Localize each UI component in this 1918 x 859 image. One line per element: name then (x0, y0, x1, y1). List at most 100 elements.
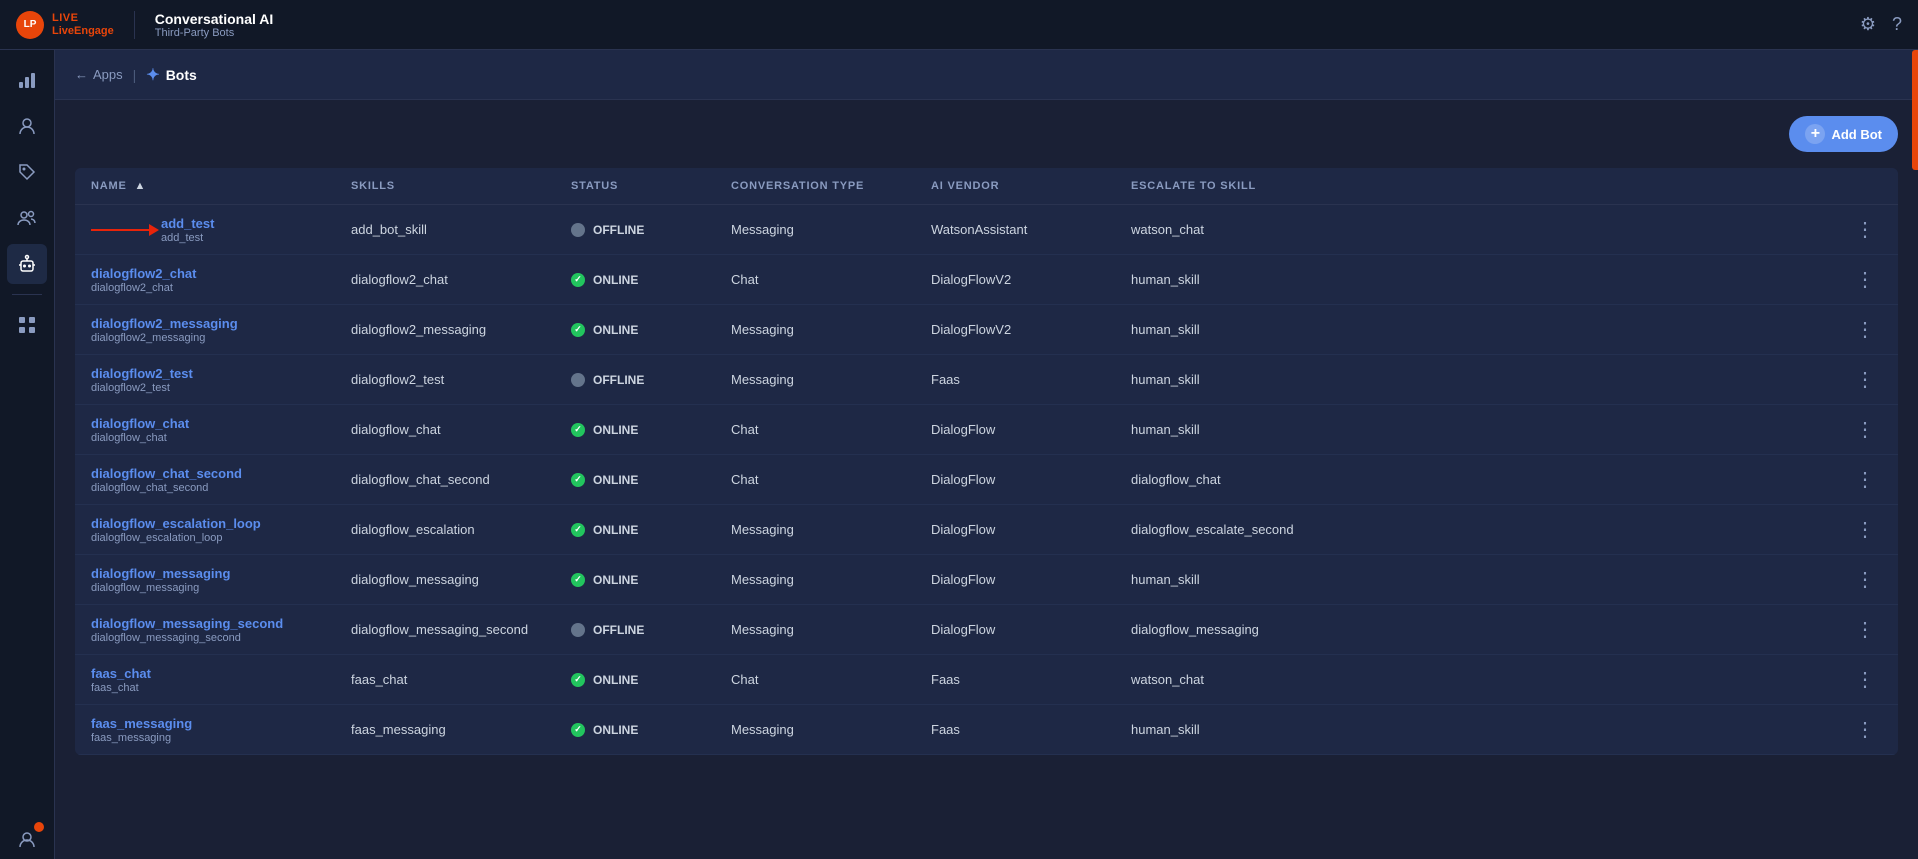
add-bot-button[interactable]: + Add Bot (1789, 116, 1898, 152)
apps-label[interactable]: Apps (93, 67, 123, 82)
cell-skills-8: dialogflow_messaging_second (335, 605, 555, 655)
add-bot-label: Add Bot (1831, 127, 1882, 142)
cell-status-4: ONLINE (555, 405, 715, 455)
cell-skills-9: faas_chat (335, 655, 555, 705)
table-row: faas_chat faas_chat faas_chat ONLINE Cha… (75, 655, 1898, 705)
row-actions-button[interactable]: ⋮ (1849, 215, 1882, 244)
breadcrumb-bar: ← Apps | ✦ Bots (55, 50, 1918, 100)
sidebar (0, 50, 55, 859)
sidebar-bottom (7, 819, 47, 859)
bot-name-primary[interactable]: dialogflow_messaging_second (91, 616, 319, 631)
status-dot (571, 723, 585, 737)
status-dot (571, 423, 585, 437)
status-label: OFFLINE (593, 373, 644, 387)
cell-actions-7: ⋮ (1833, 555, 1898, 605)
status-dot (571, 373, 585, 387)
cell-escalate-skill-1: human_skill (1115, 255, 1833, 305)
status-dot (571, 223, 585, 237)
cell-status-7: ONLINE (555, 555, 715, 605)
cell-skills-6: dialogflow_escalation (335, 505, 555, 555)
help-icon[interactable]: ? (1892, 14, 1902, 35)
cell-actions-2: ⋮ (1833, 305, 1898, 355)
top-header: LP LIVE LiveEngage Conversational AI Thi… (0, 0, 1918, 50)
col-escalate-to-skill: ESCALATE TO SKILL (1115, 168, 1833, 205)
cell-actions-4: ⋮ (1833, 405, 1898, 455)
row-actions-button[interactable]: ⋮ (1849, 715, 1882, 744)
table-row: dialogflow2_test dialogflow2_test dialog… (75, 355, 1898, 405)
row-actions-button[interactable]: ⋮ (1849, 315, 1882, 344)
bot-name-primary[interactable]: dialogflow_chat_second (91, 466, 319, 481)
col-name[interactable]: NAME ▲ (75, 168, 335, 205)
bot-name-primary[interactable]: dialogflow_chat (91, 416, 319, 431)
row-actions-button[interactable]: ⋮ (1849, 465, 1882, 494)
table-row: dialogflow_messaging_second dialogflow_m… (75, 605, 1898, 655)
sidebar-item-tags[interactable] (7, 152, 47, 192)
cell-conv-type-10: Messaging (715, 705, 915, 755)
cell-escalate-skill-0: watson_chat (1115, 205, 1833, 255)
sidebar-item-users[interactable] (7, 198, 47, 238)
row-actions-button[interactable]: ⋮ (1849, 415, 1882, 444)
cell-skills-10: faas_messaging (335, 705, 555, 755)
cell-skills-3: dialogflow2_test (335, 355, 555, 405)
logo-area: LP LIVE LiveEngage (16, 11, 135, 39)
cell-skills-7: dialogflow_messaging (335, 555, 555, 605)
cell-escalate-skill-9: watson_chat (1115, 655, 1833, 705)
header-sub-title: Third-Party Bots (155, 27, 274, 39)
row-actions-button[interactable]: ⋮ (1849, 665, 1882, 694)
sidebar-item-account[interactable] (7, 819, 47, 859)
cell-conv-type-3: Messaging (715, 355, 915, 405)
row-actions-button[interactable]: ⋮ (1849, 265, 1882, 294)
col-actions (1833, 168, 1898, 205)
logo-live: LIVE (52, 12, 114, 24)
sidebar-item-apps-grid[interactable] (7, 305, 47, 345)
cell-conv-type-8: Messaging (715, 605, 915, 655)
cell-escalate-skill-8: dialogflow_messaging (1115, 605, 1833, 655)
cell-skills-0: add_bot_skill (335, 205, 555, 255)
cell-name-3: dialogflow2_test dialogflow2_test (75, 355, 335, 405)
bot-name-secondary: dialogflow_chat_second (91, 482, 319, 494)
cell-actions-0: ⋮ (1833, 205, 1898, 255)
sidebar-item-bots[interactable] (7, 244, 47, 284)
table-header: NAME ▲ SKILLS STATUS CONVERSATION TYPE (75, 168, 1898, 205)
row-actions-button[interactable]: ⋮ (1849, 565, 1882, 594)
row-actions-button[interactable]: ⋮ (1849, 615, 1882, 644)
account-badge (34, 822, 44, 832)
bot-name-primary[interactable]: faas_chat (91, 666, 319, 681)
cell-actions-9: ⋮ (1833, 655, 1898, 705)
bot-name-primary[interactable]: dialogflow_messaging (91, 566, 319, 581)
bot-name-primary[interactable]: add_test (161, 216, 319, 231)
status-dot (571, 273, 585, 287)
cell-status-6: ONLINE (555, 505, 715, 555)
bot-name-secondary: dialogflow_chat (91, 432, 319, 444)
header-title-area: Conversational AI Third-Party Bots (135, 11, 274, 39)
table-row: add_test add_test add_bot_skill OFFLINE … (75, 205, 1898, 255)
cell-status-8: OFFLINE (555, 605, 715, 655)
breadcrumb-apps-link[interactable]: ← Apps (75, 67, 123, 82)
status-label: OFFLINE (593, 623, 644, 637)
cell-actions-10: ⋮ (1833, 705, 1898, 755)
settings-icon[interactable]: ⚙ (1860, 14, 1876, 35)
col-conversation-type: CONVERSATION TYPE (715, 168, 915, 205)
bot-name-primary[interactable]: dialogflow2_messaging (91, 316, 319, 331)
row-actions-button[interactable]: ⋮ (1849, 515, 1882, 544)
header-right: ⚙ ? (1860, 14, 1902, 35)
cell-conv-type-2: Messaging (715, 305, 915, 355)
bot-name-primary[interactable]: dialogflow2_test (91, 366, 319, 381)
cell-escalate-skill-2: human_skill (1115, 305, 1833, 355)
row-actions-button[interactable]: ⋮ (1849, 365, 1882, 394)
bot-list-area: + Add Bot NAME ▲ SKILLS (55, 100, 1918, 859)
bot-name-primary[interactable]: faas_messaging (91, 716, 319, 731)
cell-actions-5: ⋮ (1833, 455, 1898, 505)
bot-name-secondary: dialogflow2_chat (91, 282, 319, 294)
status-label: ONLINE (593, 273, 638, 287)
sidebar-item-analytics[interactable] (7, 60, 47, 100)
cell-status-1: ONLINE (555, 255, 715, 305)
cell-name-5: dialogflow_chat_second dialogflow_chat_s… (75, 455, 335, 505)
bot-name-primary[interactable]: dialogflow_escalation_loop (91, 516, 319, 531)
cell-ai-vendor-0: WatsonAssistant (915, 205, 1115, 255)
cell-ai-vendor-7: DialogFlow (915, 555, 1115, 605)
bot-name-primary[interactable]: dialogflow2_chat (91, 266, 319, 281)
sidebar-item-agents[interactable] (7, 106, 47, 146)
cell-ai-vendor-2: DialogFlowV2 (915, 305, 1115, 355)
cell-ai-vendor-8: DialogFlow (915, 605, 1115, 655)
